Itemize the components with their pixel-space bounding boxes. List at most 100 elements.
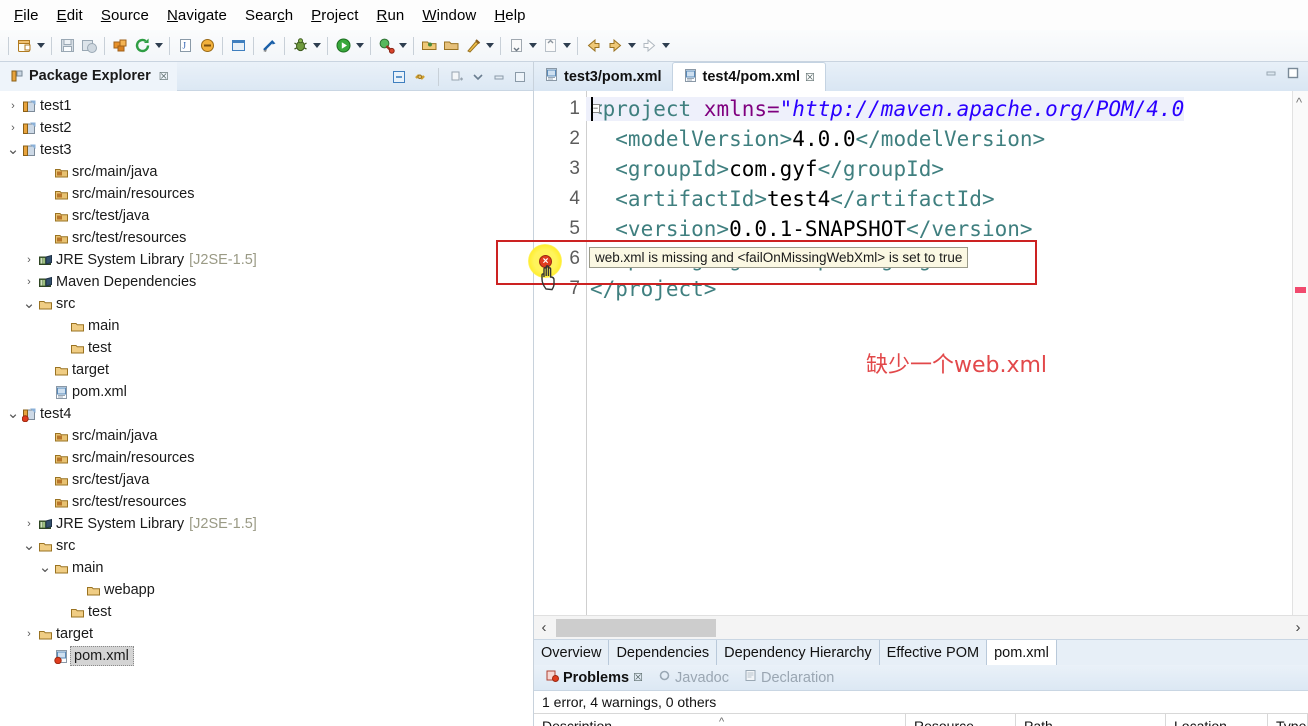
search-dropdown-icon[interactable] [484, 35, 496, 57]
view-menu-chevron-icon[interactable] [471, 70, 485, 84]
ruler-up-arrow-icon[interactable]: ^ [1296, 95, 1302, 110]
code-text[interactable]: <groupId>com.gyf</groupId> [586, 157, 944, 181]
code-line-1[interactable]: 1 <project xmlns="http://maven.apache.org… [534, 94, 1185, 124]
problems-tab-javadoc[interactable]: Javadoc [652, 665, 735, 691]
tree-item-src-main-java[interactable]: src/main/java [0, 161, 533, 183]
refresh-dropdown-icon[interactable] [153, 35, 165, 57]
run-icon[interactable] [332, 35, 354, 57]
new-wizard-icon[interactable] [13, 35, 35, 57]
next-annotation-icon[interactable] [505, 35, 527, 57]
save-icon[interactable] [56, 35, 78, 57]
scroll-track[interactable] [554, 618, 1288, 637]
column-header-resource[interactable]: Resource [906, 714, 1016, 726]
tree-item-target[interactable]: target [0, 359, 533, 381]
tree-item-src-test-resources[interactable]: src/test/resources [0, 491, 533, 513]
minimize-icon[interactable] [492, 70, 506, 84]
chevron-right-icon[interactable]: › [6, 122, 20, 134]
tree-item-test[interactable]: test [0, 337, 533, 359]
tree-item-jre-system-library[interactable]: › JRE System Library [J2SE-1.5] [0, 513, 533, 535]
open-type-icon[interactable]: J [174, 35, 196, 57]
code-text[interactable]: <modelVersion>4.0.0</modelVersion> [586, 127, 1045, 151]
form-tab-pom-xml[interactable]: pom.xml [987, 640, 1057, 665]
console-icon[interactable] [227, 35, 249, 57]
scroll-left-icon[interactable]: ‹ [534, 619, 554, 636]
tree-item-maven-dependencies[interactable]: › Maven Dependencies [0, 271, 533, 293]
form-tab-dependency-hierarchy[interactable]: Dependency Hierarchy [717, 640, 880, 665]
code-text[interactable]: <artifactId>test4</artifactId> [586, 187, 994, 211]
minimize-icon[interactable] [1264, 66, 1278, 80]
open-folder-icon[interactable] [440, 35, 462, 57]
tree-item-test3[interactable]: ⌄ test3 [0, 139, 533, 161]
chevron-right-icon[interactable]: › [22, 276, 36, 288]
tree-item-main[interactable]: main [0, 315, 533, 337]
code-line-4[interactable]: 4 <artifactId>test4</artifactId> [534, 184, 994, 214]
run-external-tools-icon[interactable] [375, 35, 397, 57]
tree-item-test[interactable]: test [0, 601, 533, 623]
code-text[interactable]: <project xmlns="http://maven.apache.org/… [586, 97, 1185, 121]
view-menu-icon[interactable] [450, 70, 464, 84]
open-task-icon[interactable] [196, 35, 218, 57]
previous-annotation-icon[interactable] [539, 35, 561, 57]
debug-icon[interactable] [289, 35, 311, 57]
tree-item-src[interactable]: ⌄ src [0, 535, 533, 557]
tree-item-src-test-java[interactable]: src/test/java [0, 205, 533, 227]
chevron-right-icon[interactable]: › [22, 628, 36, 640]
menu-run[interactable]: Run [369, 5, 413, 26]
tree-item-src-main-resources[interactable]: src/main/resources [0, 183, 533, 205]
save-all-icon[interactable] [78, 35, 100, 57]
code-text[interactable]: <version>0.0.1-SNAPSHOT</version> [586, 217, 1032, 241]
menu-help[interactable]: Help [486, 5, 533, 26]
column-header-type[interactable]: Type [1268, 714, 1308, 726]
forward-dropdown-icon[interactable] [626, 35, 638, 57]
column-header-location[interactable]: Location [1166, 714, 1268, 726]
tree-item-src-main-resources[interactable]: src/main/resources [0, 447, 533, 469]
tree-item-pom-xml[interactable]: pom.xml [0, 645, 533, 667]
scroll-right-icon[interactable]: › [1288, 619, 1308, 636]
maximize-icon[interactable] [513, 70, 527, 84]
refresh-icon[interactable] [131, 35, 153, 57]
tree-item-test2[interactable]: › test2 [0, 117, 533, 139]
ruler-error-marker[interactable] [1295, 287, 1306, 293]
run-dropdown-icon[interactable] [354, 35, 366, 57]
menu-file[interactable]: File [6, 5, 47, 26]
menu-project[interactable]: Project [303, 5, 366, 26]
tree-item-target[interactable]: › target [0, 623, 533, 645]
maximize-icon[interactable] [1286, 66, 1300, 80]
editor-tab-test3-pom-xml[interactable]: test3/pom.xml [534, 62, 672, 91]
forward-icon[interactable] [604, 35, 626, 57]
collapse-all-icon[interactable] [392, 70, 406, 84]
code-line-3[interactable]: 3 <groupId>com.gyf</groupId> [534, 154, 944, 184]
code-line-5[interactable]: 5 <version>0.0.1-SNAPSHOT</version> [534, 214, 1032, 244]
chevron-down-icon[interactable]: ⌄ [22, 296, 36, 311]
tree-item-src[interactable]: ⌄ src [0, 293, 533, 315]
menu-window[interactable]: Window [414, 5, 484, 26]
form-tab-effective-pom[interactable]: Effective POM [880, 640, 988, 665]
column-header-path[interactable]: Path [1016, 714, 1166, 726]
build-all-icon[interactable] [109, 35, 131, 57]
menu-source[interactable]: Source [93, 5, 157, 26]
code-text[interactable]: </project> [586, 277, 716, 301]
close-icon[interactable]: ☒ [633, 671, 643, 684]
tree-item-pom-xml[interactable]: pom.xml [0, 381, 533, 403]
form-tab-overview[interactable]: Overview [534, 640, 610, 665]
scroll-thumb[interactable] [556, 618, 716, 637]
chevron-down-icon[interactable]: ⌄ [22, 538, 36, 553]
previous-annotation-dropdown-icon[interactable] [561, 35, 573, 57]
tree-item-src-main-java[interactable]: src/main/java [0, 425, 533, 447]
tree-item-test1[interactable]: › test1 [0, 95, 533, 117]
last-edit-dropdown-icon[interactable] [660, 35, 672, 57]
last-edit-icon[interactable] [638, 35, 660, 57]
form-tab-dependencies[interactable]: Dependencies [609, 640, 718, 665]
chevron-right-icon[interactable]: › [22, 518, 36, 530]
code-line-2[interactable]: 2 <modelVersion>4.0.0</modelVersion> [534, 124, 1045, 154]
tree-item-webapp[interactable]: webapp [0, 579, 533, 601]
link-with-editor-icon[interactable] [413, 70, 427, 84]
chevron-down-icon[interactable]: ⌄ [6, 142, 20, 157]
run-external-dropdown-icon[interactable] [397, 35, 409, 57]
skip-breakpoints-icon[interactable] [258, 35, 280, 57]
tree-item-src-test-java[interactable]: src/test/java [0, 469, 533, 491]
tree-item-jre-system-library[interactable]: › JRE System Library [J2SE-1.5] [0, 249, 533, 271]
tree-item-test4[interactable]: ⌄ test4 [0, 403, 533, 425]
new-wizard-dropdown-icon[interactable] [35, 35, 47, 57]
menu-edit[interactable]: Edit [49, 5, 91, 26]
